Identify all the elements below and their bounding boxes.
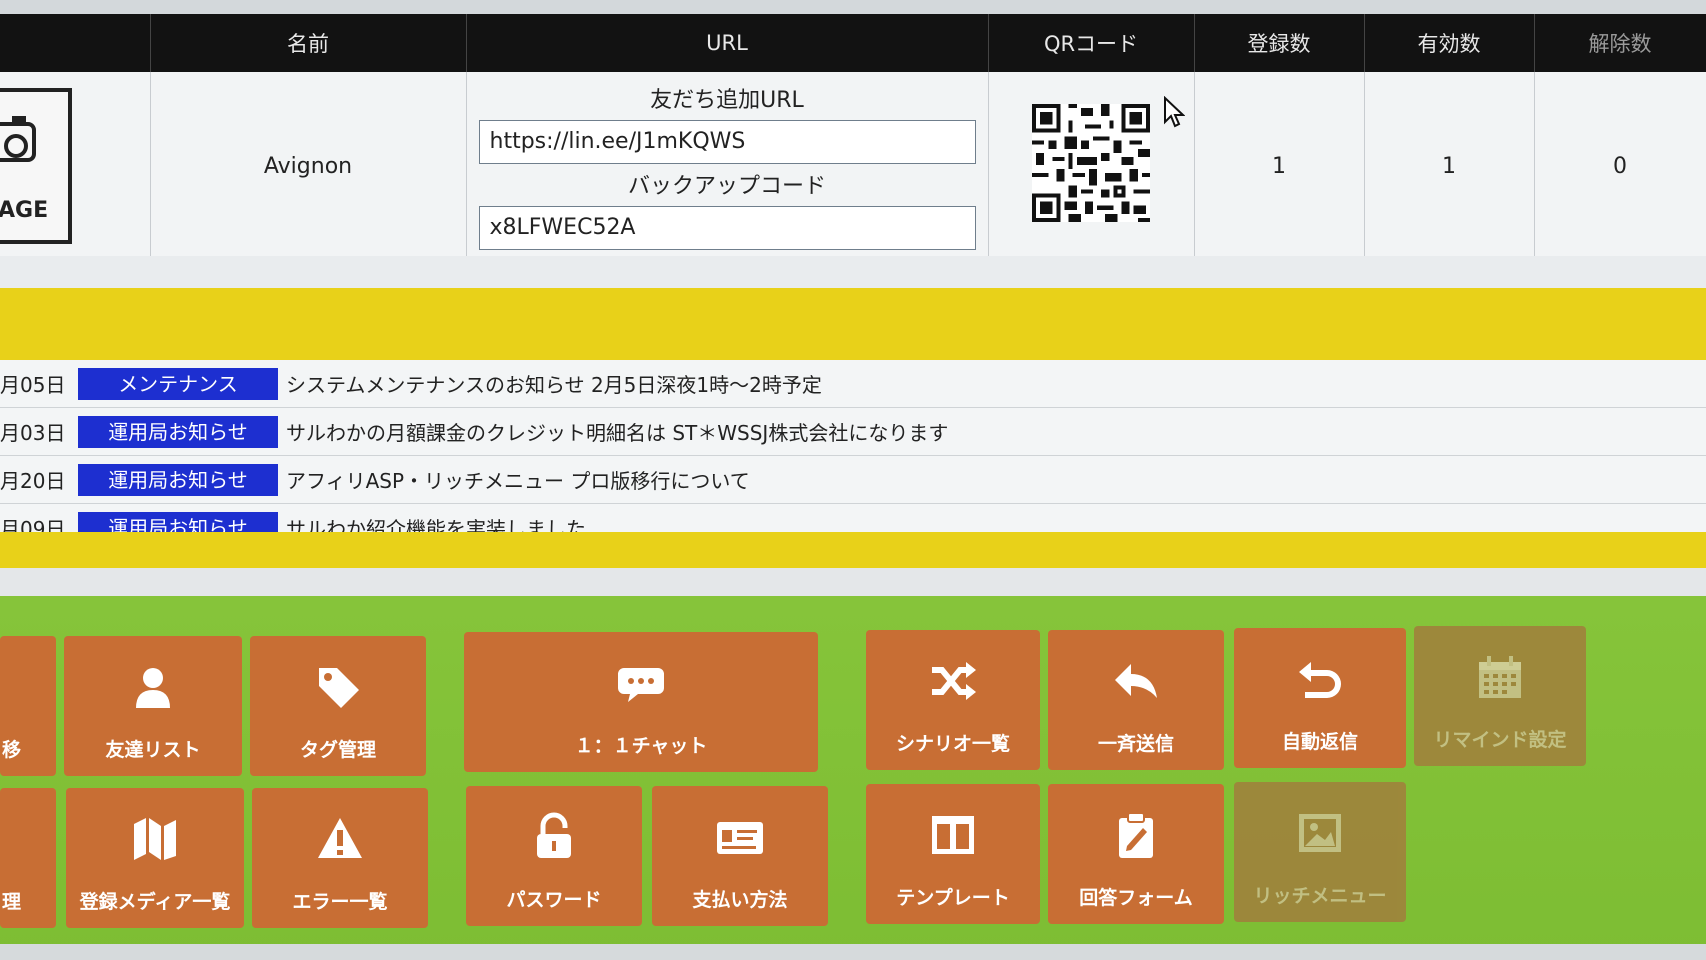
menu-tile-label: １：１チャット <box>574 735 708 757</box>
calendar-icon <box>1479 656 1521 698</box>
account-image-placeholder[interactable]: AGE <box>0 88 72 244</box>
menu-tile-label: テンプレート <box>896 887 1010 909</box>
header-qr: QRコード <box>988 14 1195 72</box>
columns-icon <box>932 816 974 854</box>
notice-header-bar <box>0 288 1706 360</box>
friend-url-label: 友だち追加URL <box>650 88 804 113</box>
header-registered: 登録数 <box>1194 14 1365 72</box>
menu-tile-partial[interactable]: 移 <box>0 636 56 776</box>
unsubscribed-count: 0 <box>1534 72 1706 261</box>
menu-tile-label: 移 <box>2 739 22 761</box>
news-title-link[interactable]: システムメンテナンスのお知らせ 2月5日深夜1時～2時予定 <box>286 369 822 398</box>
menu-tile-label: 友達リスト <box>105 739 201 761</box>
menu-tile-label: 自動返信 <box>1281 731 1358 753</box>
bottom-strip <box>0 944 1706 960</box>
menu-tile-rich-menu[interactable]: リッチメニュー <box>1234 782 1406 922</box>
friend-url-field[interactable]: https://lin.ee/J1mKQWS <box>478 120 976 164</box>
menu-tile-friend-list[interactable]: 友達リスト <box>64 636 242 776</box>
menu-tile-answer-form[interactable]: 回答フォーム <box>1048 784 1224 924</box>
camera-icon <box>0 116 36 162</box>
header-active: 有効数 <box>1364 14 1535 72</box>
menu-tile-media-list[interactable]: 登録メディア一覧 <box>66 788 244 928</box>
header-name: 名前 <box>150 14 467 72</box>
qr-cell <box>988 72 1195 261</box>
menu-tile-password[interactable]: パスワード <box>466 786 642 926</box>
image-icon <box>1299 814 1341 852</box>
menu-tile-partial[interactable]: 理 <box>0 788 56 928</box>
news-title-link[interactable]: アフィリASP・リッチメニュー プロ版移行について <box>286 465 750 494</box>
menu-tile-scenario-list[interactable]: シナリオ一覧 <box>866 630 1040 770</box>
menu-tile-label: リマインド設定 <box>1433 729 1567 751</box>
notice-footer-bar <box>0 532 1706 568</box>
menu-tile-label: タグ管理 <box>299 739 376 761</box>
shuffle-icon <box>932 662 976 700</box>
url-cell: 友だち追加URL https://lin.ee/J1mKQWS バックアップコー… <box>466 72 989 261</box>
menu-tile-label: シナリオ一覧 <box>895 733 1010 755</box>
menu-tile-label: エラー一覧 <box>292 891 388 913</box>
lock-icon <box>537 812 571 858</box>
menu-tile-remind-settings[interactable]: リマインド設定 <box>1414 626 1586 766</box>
user-icon <box>136 668 170 708</box>
menu-tile-template[interactable]: テンプレート <box>866 784 1040 924</box>
news-date: 月20日 <box>0 469 66 493</box>
menu-tile-label: パスワード <box>506 889 602 911</box>
backup-code-label: バックアップコード <box>627 174 826 199</box>
menu-tile-broadcast[interactable]: 一斉送信 <box>1048 630 1224 770</box>
news-date: 月05日 <box>0 373 66 397</box>
warning-icon <box>318 818 362 858</box>
tag-icon <box>319 668 359 708</box>
table-header-row: 名前 URL QRコード 登録数 有効数 解除数 <box>0 14 1706 72</box>
news-category-badge: 運用局お知らせ <box>78 415 278 448</box>
clipboard-icon <box>1119 812 1153 858</box>
news-list[interactable]: 月05日 メンテナンス システムメンテナンスのお知らせ 2月5日深夜1時～2時予… <box>0 360 1706 536</box>
menu-tile-label: 登録メディア一覧 <box>79 891 231 913</box>
menu-tile-payment-method[interactable]: 支払い方法 <box>652 786 828 926</box>
backup-code-field[interactable]: x8LFWEC52A <box>478 206 976 250</box>
image-cell[interactable]: AGE <box>0 72 151 261</box>
chat-icon <box>618 668 664 702</box>
main-menu-grid: 移 友達リスト タグ管理 １：１チャット シナリオ一覧 一斉送信 自動返信 リマ… <box>0 596 1706 960</box>
account-name: Avignon <box>150 72 467 261</box>
top-strip <box>0 0 1706 14</box>
news-category-badge: 運用局お知らせ <box>78 463 278 496</box>
map-icon <box>134 818 176 860</box>
image-label: AGE <box>0 198 49 223</box>
header-image <box>0 14 151 72</box>
undo-icon <box>1299 662 1341 698</box>
menu-tile-label: 理 <box>2 891 22 913</box>
menu-tile-auto-reply[interactable]: 自動返信 <box>1234 628 1406 768</box>
menu-tile-label: 支払い方法 <box>692 889 788 911</box>
list-item[interactable]: 月05日 メンテナンス システムメンテナンスのお知らせ 2月5日深夜1時～2時予… <box>0 360 1706 408</box>
news-title-link[interactable]: サルわかの月額課金のクレジット明細名は ST＊WSSJ株式会社になります <box>286 417 948 446</box>
reply-icon <box>1115 664 1157 698</box>
active-count: 1 <box>1364 72 1535 261</box>
menu-tile-error-list[interactable]: エラー一覧 <box>252 788 428 928</box>
mouse-cursor-icon <box>1163 96 1185 128</box>
news-date: 月03日 <box>0 421 66 445</box>
header-url: URL <box>466 14 989 72</box>
registered-count: 1 <box>1194 72 1365 261</box>
list-item[interactable]: 月03日 運用局お知らせ サルわかの月額課金のクレジット明細名は ST＊WSSJ… <box>0 408 1706 456</box>
account-table: 名前 URL QRコード 登録数 有効数 解除数 AGE Avignon 友だち… <box>0 14 1706 261</box>
menu-tile-label: 一斉送信 <box>1097 733 1174 755</box>
menu-tile-tag-management[interactable]: タグ管理 <box>250 636 426 776</box>
table-row: AGE Avignon 友だち追加URL https://lin.ee/J1mK… <box>0 72 1706 261</box>
news-category-badge: メンテナンス <box>78 367 278 400</box>
card-icon <box>717 822 763 854</box>
header-unsubscribed: 解除数 <box>1534 14 1706 72</box>
list-item[interactable]: 月20日 運用局お知らせ アフィリASP・リッチメニュー プロ版移行について <box>0 456 1706 504</box>
menu-tile-one-on-one-chat[interactable]: １：１チャット <box>464 632 818 772</box>
menu-tile-label: リッチメニュー <box>1253 885 1387 907</box>
qr-code-icon[interactable] <box>1032 104 1150 222</box>
menu-tile-label: 回答フォーム <box>1079 887 1193 909</box>
